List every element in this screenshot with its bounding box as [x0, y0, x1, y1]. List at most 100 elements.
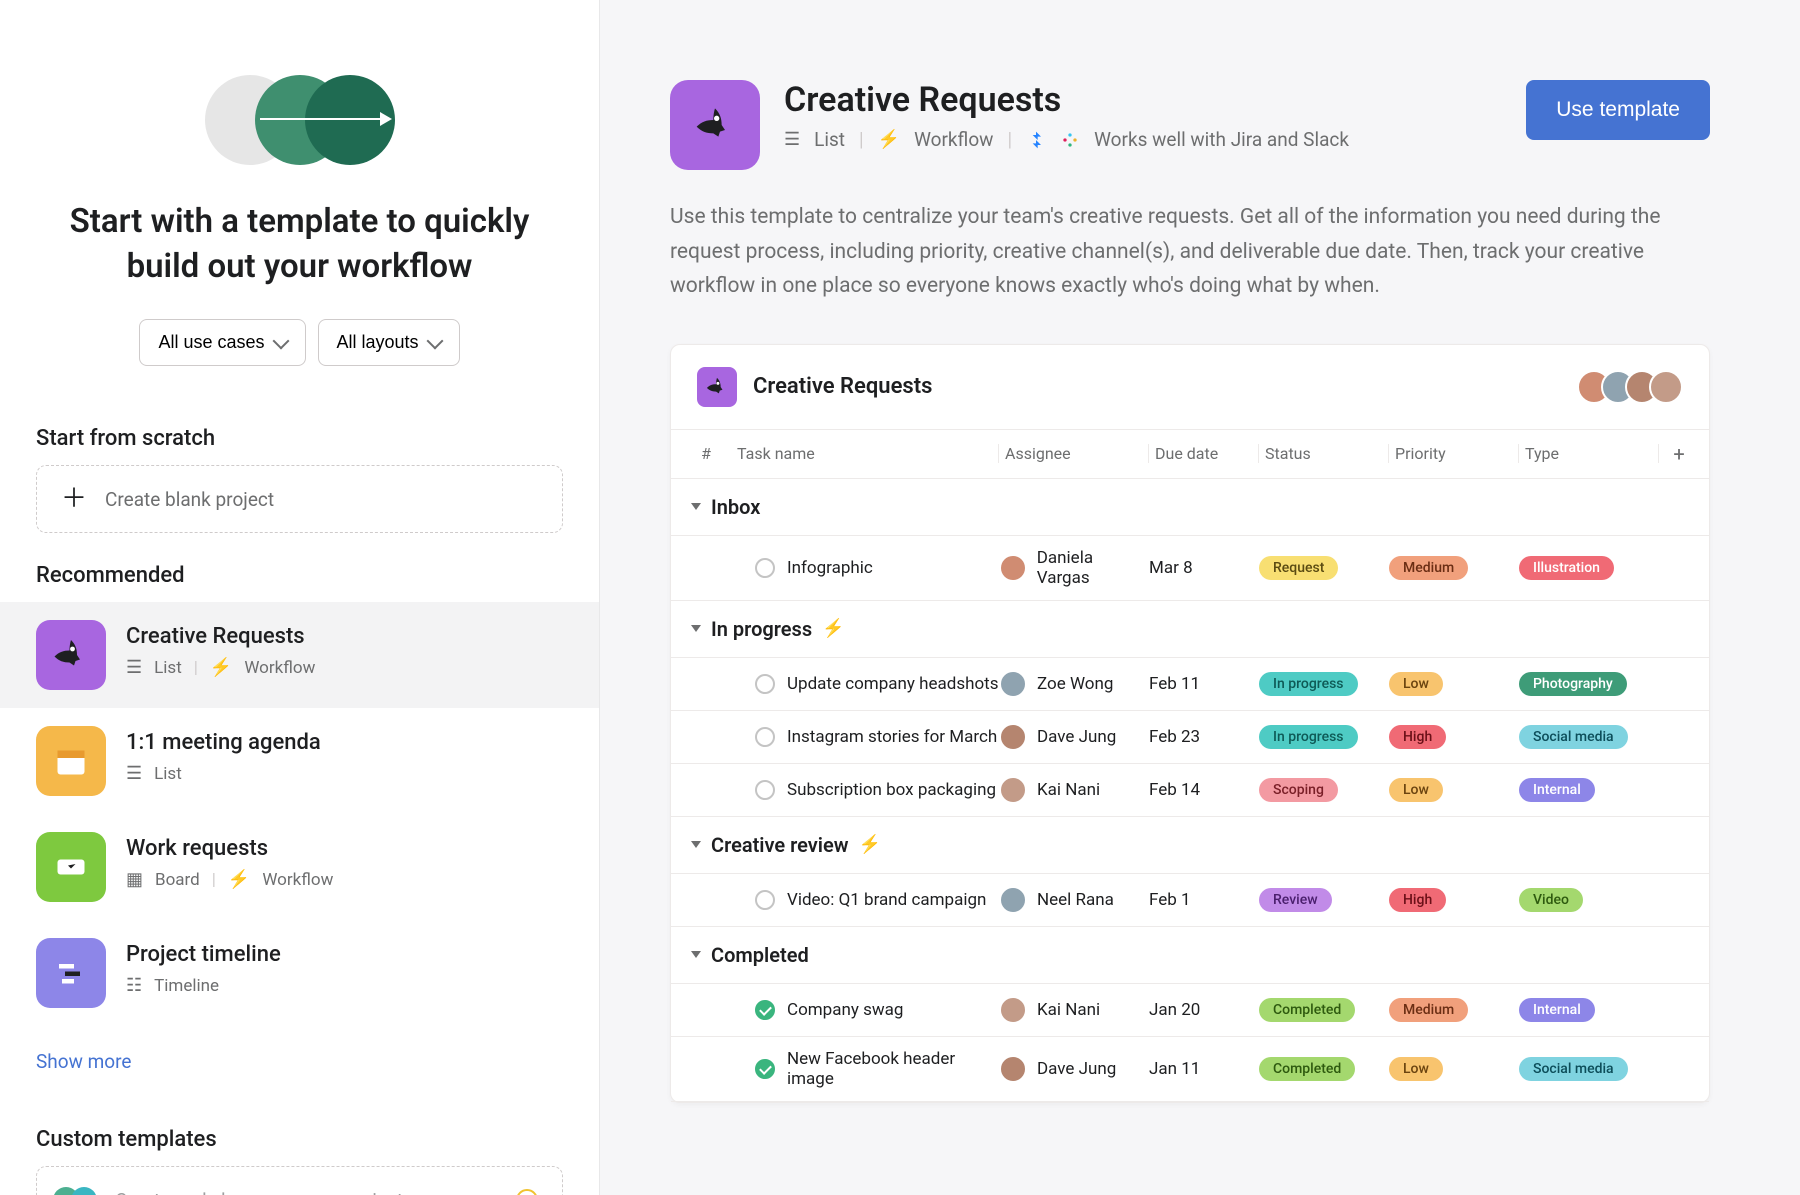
filter-usecases[interactable]: All use cases — [139, 319, 305, 366]
bolt-icon: ⚡ — [878, 129, 900, 150]
template-name: 1:1 meeting agenda — [126, 730, 563, 755]
task-name: Instagram stories for March — [787, 727, 997, 747]
table-row[interactable]: Instagram stories for MarchDave JungFeb … — [671, 711, 1709, 764]
due-date-cell[interactable]: Feb 11 — [1149, 674, 1259, 694]
template-name: Work requests — [126, 836, 563, 861]
status-pill[interactable]: In progress — [1259, 725, 1358, 749]
template-description: Use this template to centralize your tea… — [670, 200, 1710, 304]
avatar — [999, 886, 1027, 914]
slack-icon — [1060, 130, 1080, 150]
priority-pill[interactable]: High — [1389, 888, 1446, 912]
assignee-cell[interactable]: Kai Nani — [999, 996, 1149, 1024]
recommended-label: Recommended — [0, 563, 599, 588]
complete-checkbox[interactable] — [755, 780, 775, 800]
type-pill[interactable]: Photography — [1519, 672, 1627, 696]
section-header[interactable]: Creative review⚡ — [671, 817, 1709, 874]
task-name: Subscription box packaging — [787, 780, 996, 800]
hero-graphic — [205, 70, 395, 170]
assignee-cell[interactable]: Neel Rana — [999, 886, 1149, 914]
type-pill[interactable]: Internal — [1519, 778, 1595, 802]
status-pill[interactable]: Completed — [1259, 1057, 1355, 1081]
table-row[interactable]: New Facebook header imageDave JungJan 11… — [671, 1037, 1709, 1102]
avatar — [999, 723, 1027, 751]
assignee-cell[interactable]: Dave Jung — [999, 1055, 1149, 1083]
type-pill[interactable]: Video — [1519, 888, 1583, 912]
assignee-cell[interactable]: Dave Jung — [999, 723, 1149, 751]
use-template-button[interactable]: Use template — [1526, 80, 1710, 140]
hero: Start with a template to quickly build o… — [0, 0, 599, 396]
avatar — [999, 996, 1027, 1024]
table-row[interactable]: Subscription box packagingKai NaniFeb 14… — [671, 764, 1709, 817]
assignee-cell[interactable]: Zoe Wong — [999, 670, 1149, 698]
complete-checkbox[interactable] — [755, 674, 775, 694]
bolt-icon: ⚡ — [822, 618, 844, 639]
section-header[interactable]: Completed — [671, 927, 1709, 984]
layout-icon: ☰ — [126, 657, 142, 678]
type-pill[interactable]: Illustration — [1519, 556, 1614, 580]
complete-checkbox[interactable] — [755, 1000, 775, 1020]
task-name: Company swag — [787, 1000, 903, 1020]
layout-icon: ☷ — [126, 975, 142, 996]
template-icon — [36, 726, 106, 796]
complete-checkbox[interactable] — [755, 890, 775, 910]
avatar — [999, 776, 1027, 804]
complete-checkbox[interactable] — [755, 727, 775, 747]
priority-pill[interactable]: Medium — [1389, 556, 1468, 580]
priority-pill[interactable]: Low — [1389, 672, 1443, 696]
template-icon — [36, 938, 106, 1008]
template-item[interactable]: 1:1 meeting agenda ☰List — [0, 708, 599, 814]
table-row[interactable]: Company swag Kai NaniJan 20Completed Mediu… — [671, 984, 1709, 1037]
template-preview: Creative Requests # Task name Assignee D… — [670, 344, 1710, 1103]
task-name: Video: Q1 brand campaign — [787, 890, 986, 910]
due-date-cell[interactable]: Mar 8 — [1149, 558, 1259, 578]
type-pill[interactable]: Social media — [1519, 1057, 1628, 1081]
template-item[interactable]: Project timeline☷Timeline — [0, 920, 599, 1026]
assignee-cell[interactable]: Kai Nani — [999, 776, 1149, 804]
due-date-cell[interactable]: Feb 1 — [1149, 890, 1259, 910]
table-row[interactable]: Video: Q1 brand campaign Neel RanaFeb 1Re… — [671, 874, 1709, 927]
complete-checkbox[interactable] — [755, 1059, 775, 1079]
template-meta: ▦Board|⚡Workflow — [126, 869, 563, 890]
complete-checkbox[interactable] — [755, 558, 775, 578]
status-pill[interactable]: Scoping — [1259, 778, 1338, 802]
status-pill[interactable]: In progress — [1259, 672, 1358, 696]
priority-pill[interactable]: Low — [1389, 1057, 1443, 1081]
template-meta: ☰List|⚡Workflow — [126, 657, 563, 678]
due-date-cell[interactable]: Jan 20 — [1149, 1000, 1259, 1020]
caret-down-icon — [691, 503, 701, 510]
due-date-cell[interactable]: Jan 11 — [1149, 1059, 1259, 1079]
type-pill[interactable]: Social media — [1519, 725, 1628, 749]
filter-layouts[interactable]: All layouts — [318, 319, 460, 366]
status-pill[interactable]: Completed — [1259, 998, 1355, 1022]
priority-pill[interactable]: Low — [1389, 778, 1443, 802]
create-custom-template-button[interactable]: Create and share your own project — [36, 1166, 563, 1195]
template-icon — [36, 832, 106, 902]
project-icon — [697, 367, 737, 407]
template-item[interactable]: Work requests ▦Board|⚡Workflow — [0, 814, 599, 920]
priority-pill[interactable]: High — [1389, 725, 1446, 749]
assignee-cell[interactable]: Daniela Vargas — [999, 548, 1149, 588]
due-date-cell[interactable]: Feb 14 — [1149, 780, 1259, 800]
template-title: Creative Requests — [784, 80, 1502, 120]
bolt-icon: ⚡ — [859, 834, 881, 855]
status-pill[interactable]: Review — [1259, 888, 1332, 912]
template-item[interactable]: Creative Requests☰List|⚡Workflow — [0, 602, 599, 708]
show-more-link[interactable]: Show more — [0, 1026, 599, 1097]
bolt-icon: ⚡ — [210, 657, 232, 678]
section-header[interactable]: Inbox — [671, 479, 1709, 536]
template-sidebar: Start with a template to quickly build o… — [0, 0, 600, 1195]
table-header: # Task name Assignee Due date Status Pri… — [671, 429, 1709, 479]
add-column-button[interactable]: + — [1659, 442, 1699, 466]
avatar-icon — [71, 1187, 97, 1195]
member-avatars[interactable] — [1587, 370, 1683, 404]
create-blank-project-button[interactable]: ＋ Create blank project — [36, 465, 563, 533]
template-meta: ☰List — [126, 763, 563, 784]
table-row[interactable]: Update company headshotsZoe WongFeb 11In… — [671, 658, 1709, 711]
section-header[interactable]: In progress⚡ — [671, 601, 1709, 658]
priority-pill[interactable]: Medium — [1389, 998, 1468, 1022]
table-row[interactable]: InfographicDaniela VargasMar 8RequestMed… — [671, 536, 1709, 601]
due-date-cell[interactable]: Feb 23 — [1149, 727, 1259, 747]
jira-icon — [1026, 130, 1046, 150]
status-pill[interactable]: Request — [1259, 556, 1338, 580]
type-pill[interactable]: Internal — [1519, 998, 1595, 1022]
